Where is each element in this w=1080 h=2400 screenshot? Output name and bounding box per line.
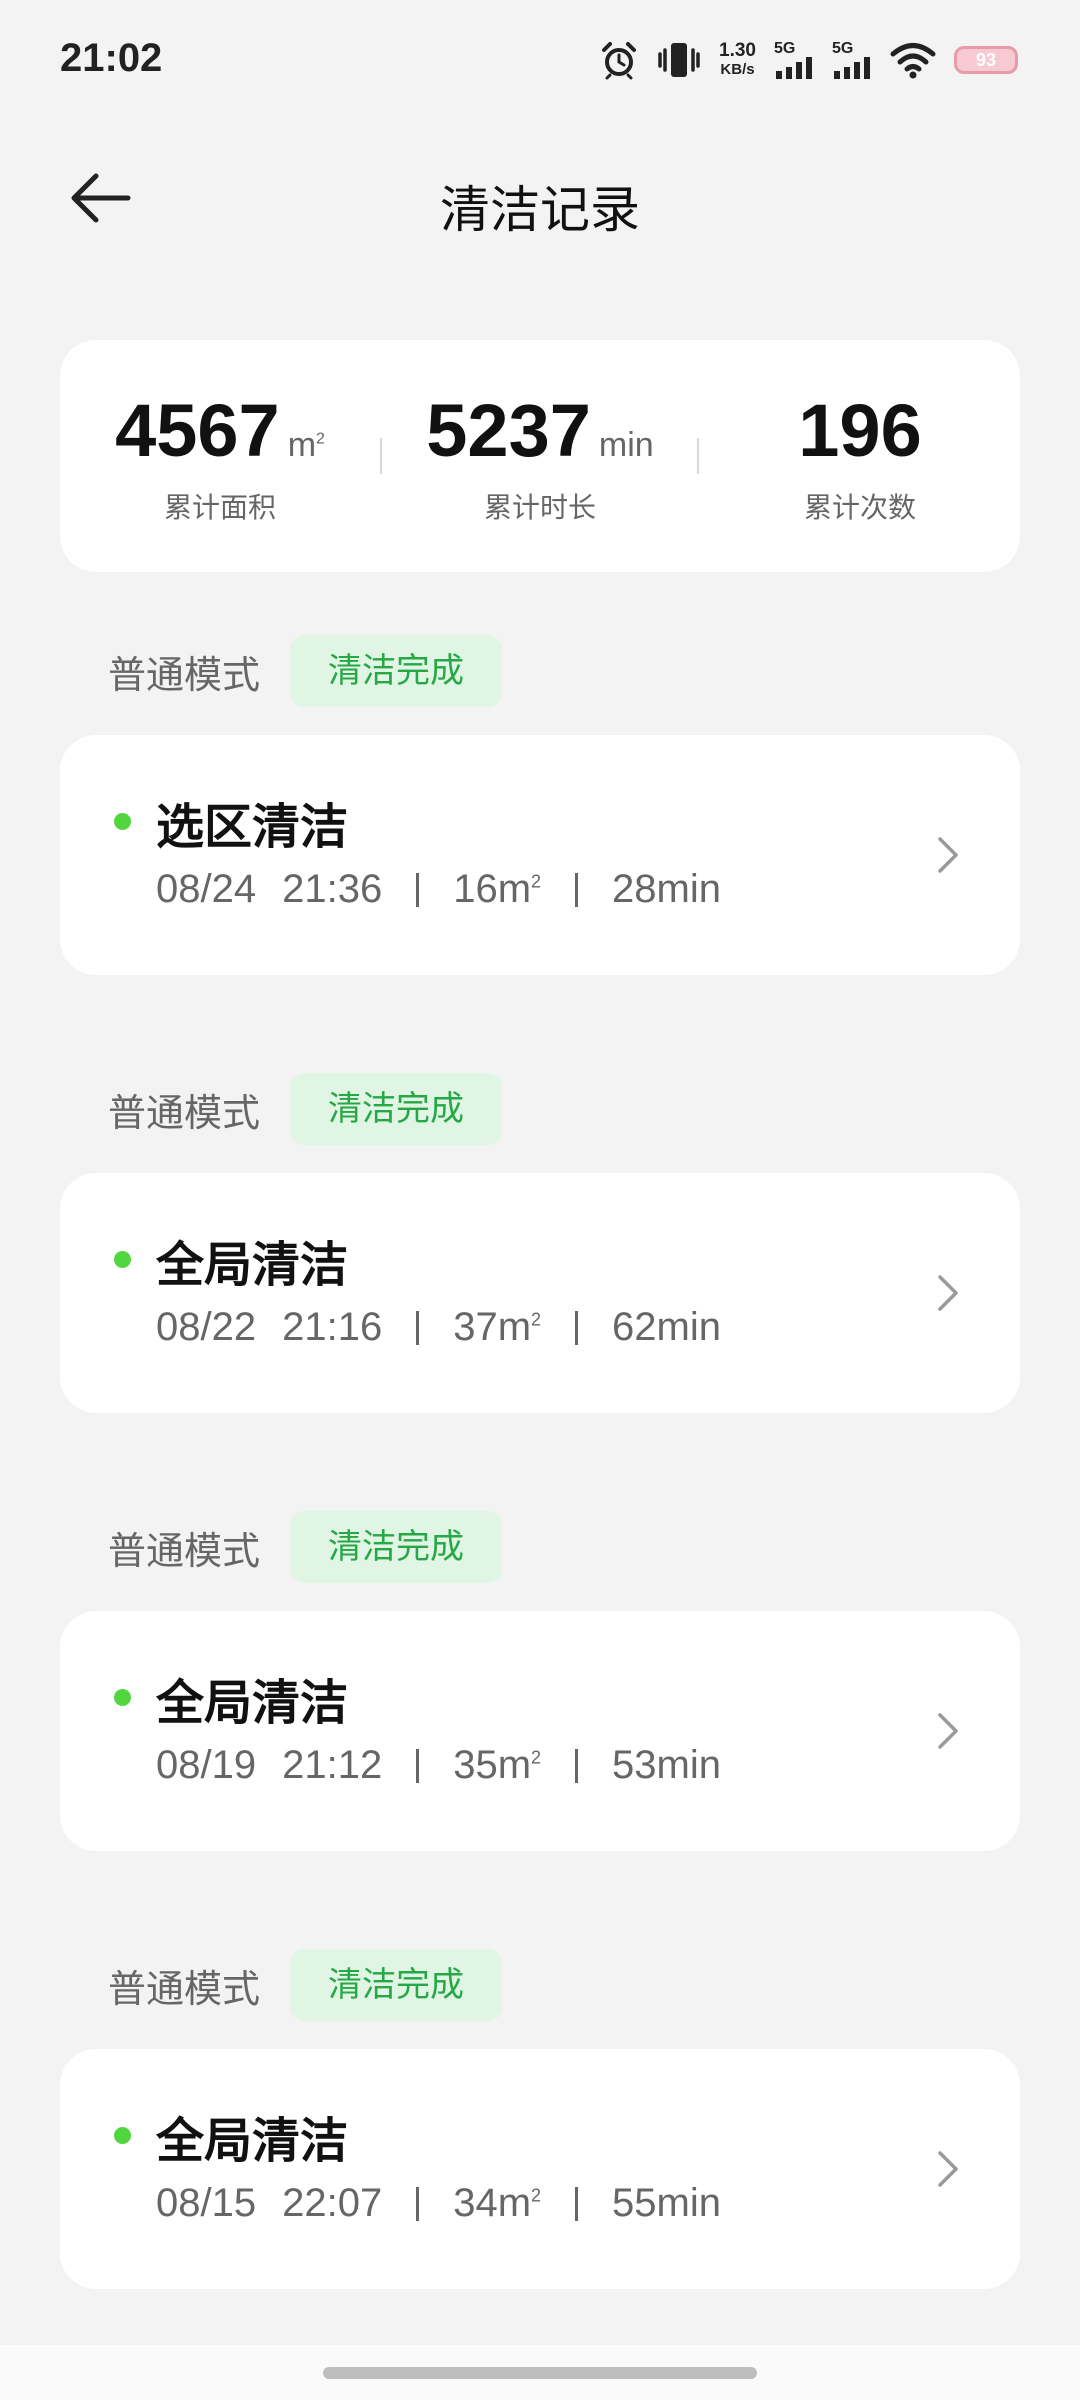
chevron-right-icon <box>938 1713 958 1749</box>
meta-divider <box>575 2186 579 2221</box>
meta-divider <box>575 1748 579 1783</box>
stat-area: 4567 m2 累计面积 <box>100 340 340 572</box>
navigation-bar <box>0 2345 1080 2400</box>
record-time: 22:07 <box>282 2181 383 2225</box>
header: 清洁记录 <box>0 150 1080 250</box>
status-icons: 1.30 KB/s 5G 5G 93 <box>599 40 1018 80</box>
record-date: 08/15 <box>156 2181 257 2225</box>
record-title: 全局清洁 <box>156 1675 349 1731</box>
record-date: 08/22 <box>156 1305 257 1349</box>
status-dot <box>114 2127 131 2144</box>
record-duration: 28min <box>612 867 721 911</box>
duration-label: 累计时长 <box>483 491 596 524</box>
record-title: 全局清洁 <box>156 2113 349 2169</box>
mode-label: 普通模式 <box>108 1090 261 1135</box>
record-time: 21:16 <box>282 1305 383 1349</box>
duration-value: 5237 <box>426 389 591 472</box>
status-badge: 清洁完成 <box>290 1073 503 1145</box>
sim1-label: 5G <box>774 40 796 57</box>
record-date: 08/19 <box>156 1743 257 1787</box>
battery-icon: 93 <box>954 46 1018 74</box>
record-section-header: 普通模式 清洁完成 <box>108 634 503 708</box>
meta-divider <box>416 1310 420 1345</box>
record-meta: 08/24 21:36 16m2 28min <box>156 867 721 912</box>
vibrate-icon <box>657 40 701 80</box>
record-card[interactable]: 选区清洁 08/24 21:36 16m2 28min <box>60 735 1020 975</box>
alarm-icon <box>599 40 639 80</box>
area-value: 4567 <box>115 389 280 472</box>
stat-duration: 5237 min 累计时长 <box>400 340 680 572</box>
record-title: 全局清洁 <box>156 1237 349 1293</box>
status-badge: 清洁完成 <box>290 635 503 707</box>
record-duration: 62min <box>612 1305 721 1349</box>
meta-divider <box>575 872 579 907</box>
wifi-icon <box>890 41 936 79</box>
record-section-header: 普通模式 清洁完成 <box>108 1948 503 2022</box>
battery-level: 93 <box>975 49 997 70</box>
duration-unit: min <box>598 426 654 464</box>
meta-divider <box>416 872 420 907</box>
record-area: 37m2 <box>453 1305 542 1349</box>
stat-divider <box>697 438 699 474</box>
mode-label: 普通模式 <box>108 652 261 697</box>
status-dot <box>114 1689 131 1706</box>
record-area: 16m2 <box>453 867 542 911</box>
signal-icon <box>776 57 812 79</box>
area-unit: m2 <box>287 426 325 464</box>
record-title: 选区清洁 <box>156 799 349 855</box>
status-dot <box>114 1251 131 1268</box>
record-duration: 55min <box>612 2181 721 2225</box>
status-time: 21:02 <box>60 36 163 80</box>
sim2-signal: 5G <box>832 41 872 79</box>
status-badge: 清洁完成 <box>290 1511 503 1583</box>
count-value: 196 <box>798 389 922 472</box>
record-area: 34m2 <box>453 2181 542 2225</box>
record-meta: 08/15 22:07 34m2 55min <box>156 2181 721 2226</box>
status-bar: 21:02 1.30 KB/s 5G 5G 93 <box>0 0 1080 130</box>
net-speed-unit: KB/s <box>720 61 755 78</box>
chevron-right-icon <box>938 1275 958 1311</box>
meta-divider <box>416 2186 420 2221</box>
net-speed-value: 1.30 <box>719 40 756 61</box>
record-meta: 08/19 21:12 35m2 53min <box>156 1743 721 1788</box>
record-date: 08/24 <box>156 867 257 911</box>
net-speed: 1.30 KB/s <box>719 41 756 79</box>
record-duration: 53min <box>612 1743 721 1787</box>
record-area: 35m2 <box>453 1743 542 1787</box>
record-card[interactable]: 全局清洁 08/19 21:12 35m2 53min <box>60 1611 1020 1851</box>
record-section-header: 普通模式 清洁完成 <box>108 1510 503 1584</box>
signal-icon <box>834 57 870 79</box>
chevron-right-icon <box>938 2151 958 2187</box>
sim2-label: 5G <box>832 40 854 57</box>
mode-label: 普通模式 <box>108 1966 261 2011</box>
page-title: 清洁记录 <box>440 181 640 239</box>
record-section-header: 普通模式 清洁完成 <box>108 1072 503 1146</box>
summary-card: 4567 m2 累计面积 5237 min 累计时长 196 累计次数 <box>60 340 1020 572</box>
record-meta: 08/22 21:16 37m2 62min <box>156 1305 721 1350</box>
area-label: 累计面积 <box>163 491 276 524</box>
home-indicator[interactable] <box>323 2367 757 2379</box>
mode-label: 普通模式 <box>108 1528 261 1573</box>
record-time: 21:36 <box>282 867 383 911</box>
status-dot <box>114 813 131 830</box>
record-card[interactable]: 全局清洁 08/22 21:16 37m2 62min <box>60 1173 1020 1413</box>
meta-divider <box>416 1748 420 1783</box>
count-label: 累计次数 <box>803 491 916 524</box>
record-time: 21:12 <box>282 1743 383 1787</box>
stat-count: 196 累计次数 <box>740 340 980 572</box>
sim1-signal: 5G <box>774 41 814 79</box>
record-card[interactable]: 全局清洁 08/15 22:07 34m2 55min <box>60 2049 1020 2289</box>
chevron-right-icon <box>938 837 958 873</box>
stat-divider <box>380 438 382 474</box>
meta-divider <box>575 1310 579 1345</box>
status-badge: 清洁完成 <box>290 1949 503 2021</box>
